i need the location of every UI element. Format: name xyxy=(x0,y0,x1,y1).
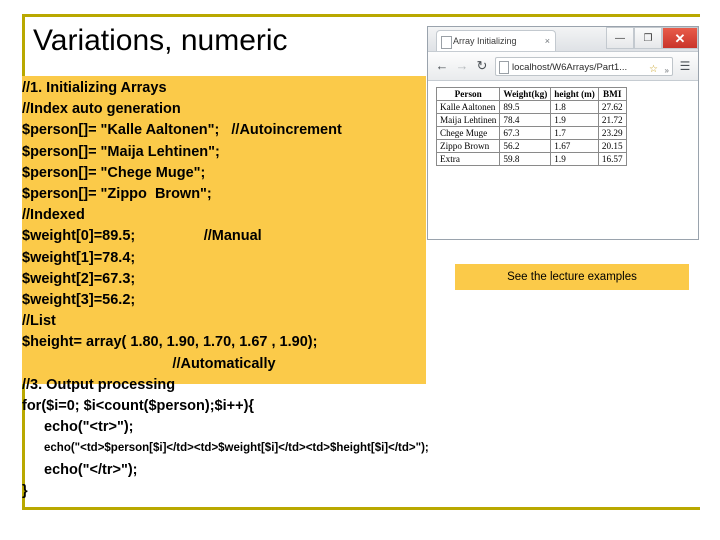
table-cell: 56.2 xyxy=(499,139,552,153)
frame-bottom-line xyxy=(22,507,700,510)
table-header-cell: Weight(kg) xyxy=(499,87,552,101)
maximize-button[interactable]: ❐ xyxy=(634,27,662,49)
table-cell: Extra xyxy=(435,152,501,166)
code-line: } xyxy=(22,482,28,499)
table-cell: 27.62 xyxy=(597,100,627,114)
table-row: Chege Muge 67.3 1.7 23.29 xyxy=(435,126,627,140)
address-bar-text: localhost/W6Arrays/Part1... xyxy=(512,61,628,73)
code-line: //3. Output processing xyxy=(22,376,176,393)
code-line: $weight[3]=56.2; xyxy=(22,292,136,309)
table-header-cell: BMI xyxy=(597,87,627,101)
chevron-double-right-icon[interactable]: » xyxy=(665,61,669,75)
code-line: for($i=0; $i<count($person);$i++){ xyxy=(22,398,255,415)
address-bar[interactable]: localhost/W6Arrays/Part1... ☆ » xyxy=(495,56,673,76)
tab-close-icon[interactable]: × xyxy=(545,35,550,47)
browser-window-screenshot: Array Initializing × — ❐ ✕ ← → ↻ localho… xyxy=(427,26,699,240)
forward-arrow-icon[interactable]: → xyxy=(452,56,472,76)
table-cell: 59.8 xyxy=(499,152,552,166)
code-line: echo("</tr>"); xyxy=(44,461,138,478)
browser-page-content: Person Weight(kg) height (m) BMI Kalle Aalt… xyxy=(428,81,698,239)
minimize-button[interactable]: — xyxy=(606,27,634,49)
table-row: Extra 59.8 1.9 16.57 xyxy=(435,152,627,166)
table-cell: Chege Muge xyxy=(435,126,501,140)
table-header-cell: height (m) xyxy=(550,87,599,101)
table-cell: 23.29 xyxy=(597,126,627,140)
table-header-row: Person Weight(kg) height (m) BMI xyxy=(435,87,627,101)
table-cell: 78.4 xyxy=(499,113,552,127)
page-document-icon xyxy=(499,60,509,74)
code-line: echo("<tr>"); xyxy=(44,419,134,436)
table-cell: Zippo Brown xyxy=(435,139,501,153)
browser-tab[interactable]: Array Initializing × xyxy=(436,30,556,51)
table-cell: Kalle Aaltonen xyxy=(435,100,501,114)
code-line: //List xyxy=(22,313,56,330)
browser-titlebar: Array Initializing × — ❐ ✕ xyxy=(428,27,698,52)
page-title: Variations, numeric xyxy=(33,24,288,57)
code-line: echo("<td>$person[$i]</td><td>$weight[$i… xyxy=(44,442,429,455)
table-cell: 1.67 xyxy=(550,139,599,153)
frame-top-line xyxy=(22,14,700,17)
lecture-note-box: See the lecture examples xyxy=(455,264,689,290)
hamburger-menu-icon[interactable]: ☰ xyxy=(676,56,694,76)
table-cell: 89.5 xyxy=(499,100,552,114)
reload-icon[interactable]: ↻ xyxy=(472,56,492,76)
table-cell: 20.15 xyxy=(597,139,627,153)
table-cell: 1.7 xyxy=(550,126,599,140)
browser-tab-label: Array Initializing xyxy=(453,36,517,46)
results-table: Person Weight(kg) height (m) BMI Kalle Aalt… xyxy=(435,87,627,166)
browser-navbar: ← → ↻ localhost/W6Arrays/Part1... ☆ » ☰ xyxy=(428,52,698,81)
table-header-cell: Person xyxy=(435,87,501,101)
table-cell: 67.3 xyxy=(499,126,552,140)
table-row: Kalle Aaltonen 89.5 1.8 27.62 xyxy=(435,100,627,114)
table-row: Maija Lehtinen 78.4 1.9 21.72 xyxy=(435,113,627,127)
bookmark-star-icon[interactable]: ☆ xyxy=(649,60,658,75)
table-cell: 1.9 xyxy=(550,152,599,166)
close-button[interactable]: ✕ xyxy=(662,27,698,49)
window-controls: — ❐ ✕ xyxy=(606,27,698,49)
back-arrow-icon[interactable]: ← xyxy=(432,56,452,76)
code-line: //Automatically xyxy=(172,355,276,372)
table-cell: Maija Lehtinen xyxy=(435,113,501,127)
page-favicon-icon xyxy=(441,36,452,49)
table-cell: 1.9 xyxy=(550,113,599,127)
table-cell: 21.72 xyxy=(597,113,627,127)
table-cell: 16.57 xyxy=(597,152,627,166)
table-cell: 1.8 xyxy=(550,100,599,114)
table-row: Zippo Brown 56.2 1.67 20.15 xyxy=(435,139,627,153)
code-line: $height= array( 1.80, 1.90, 1.70, 1.67 ,… xyxy=(22,334,318,351)
